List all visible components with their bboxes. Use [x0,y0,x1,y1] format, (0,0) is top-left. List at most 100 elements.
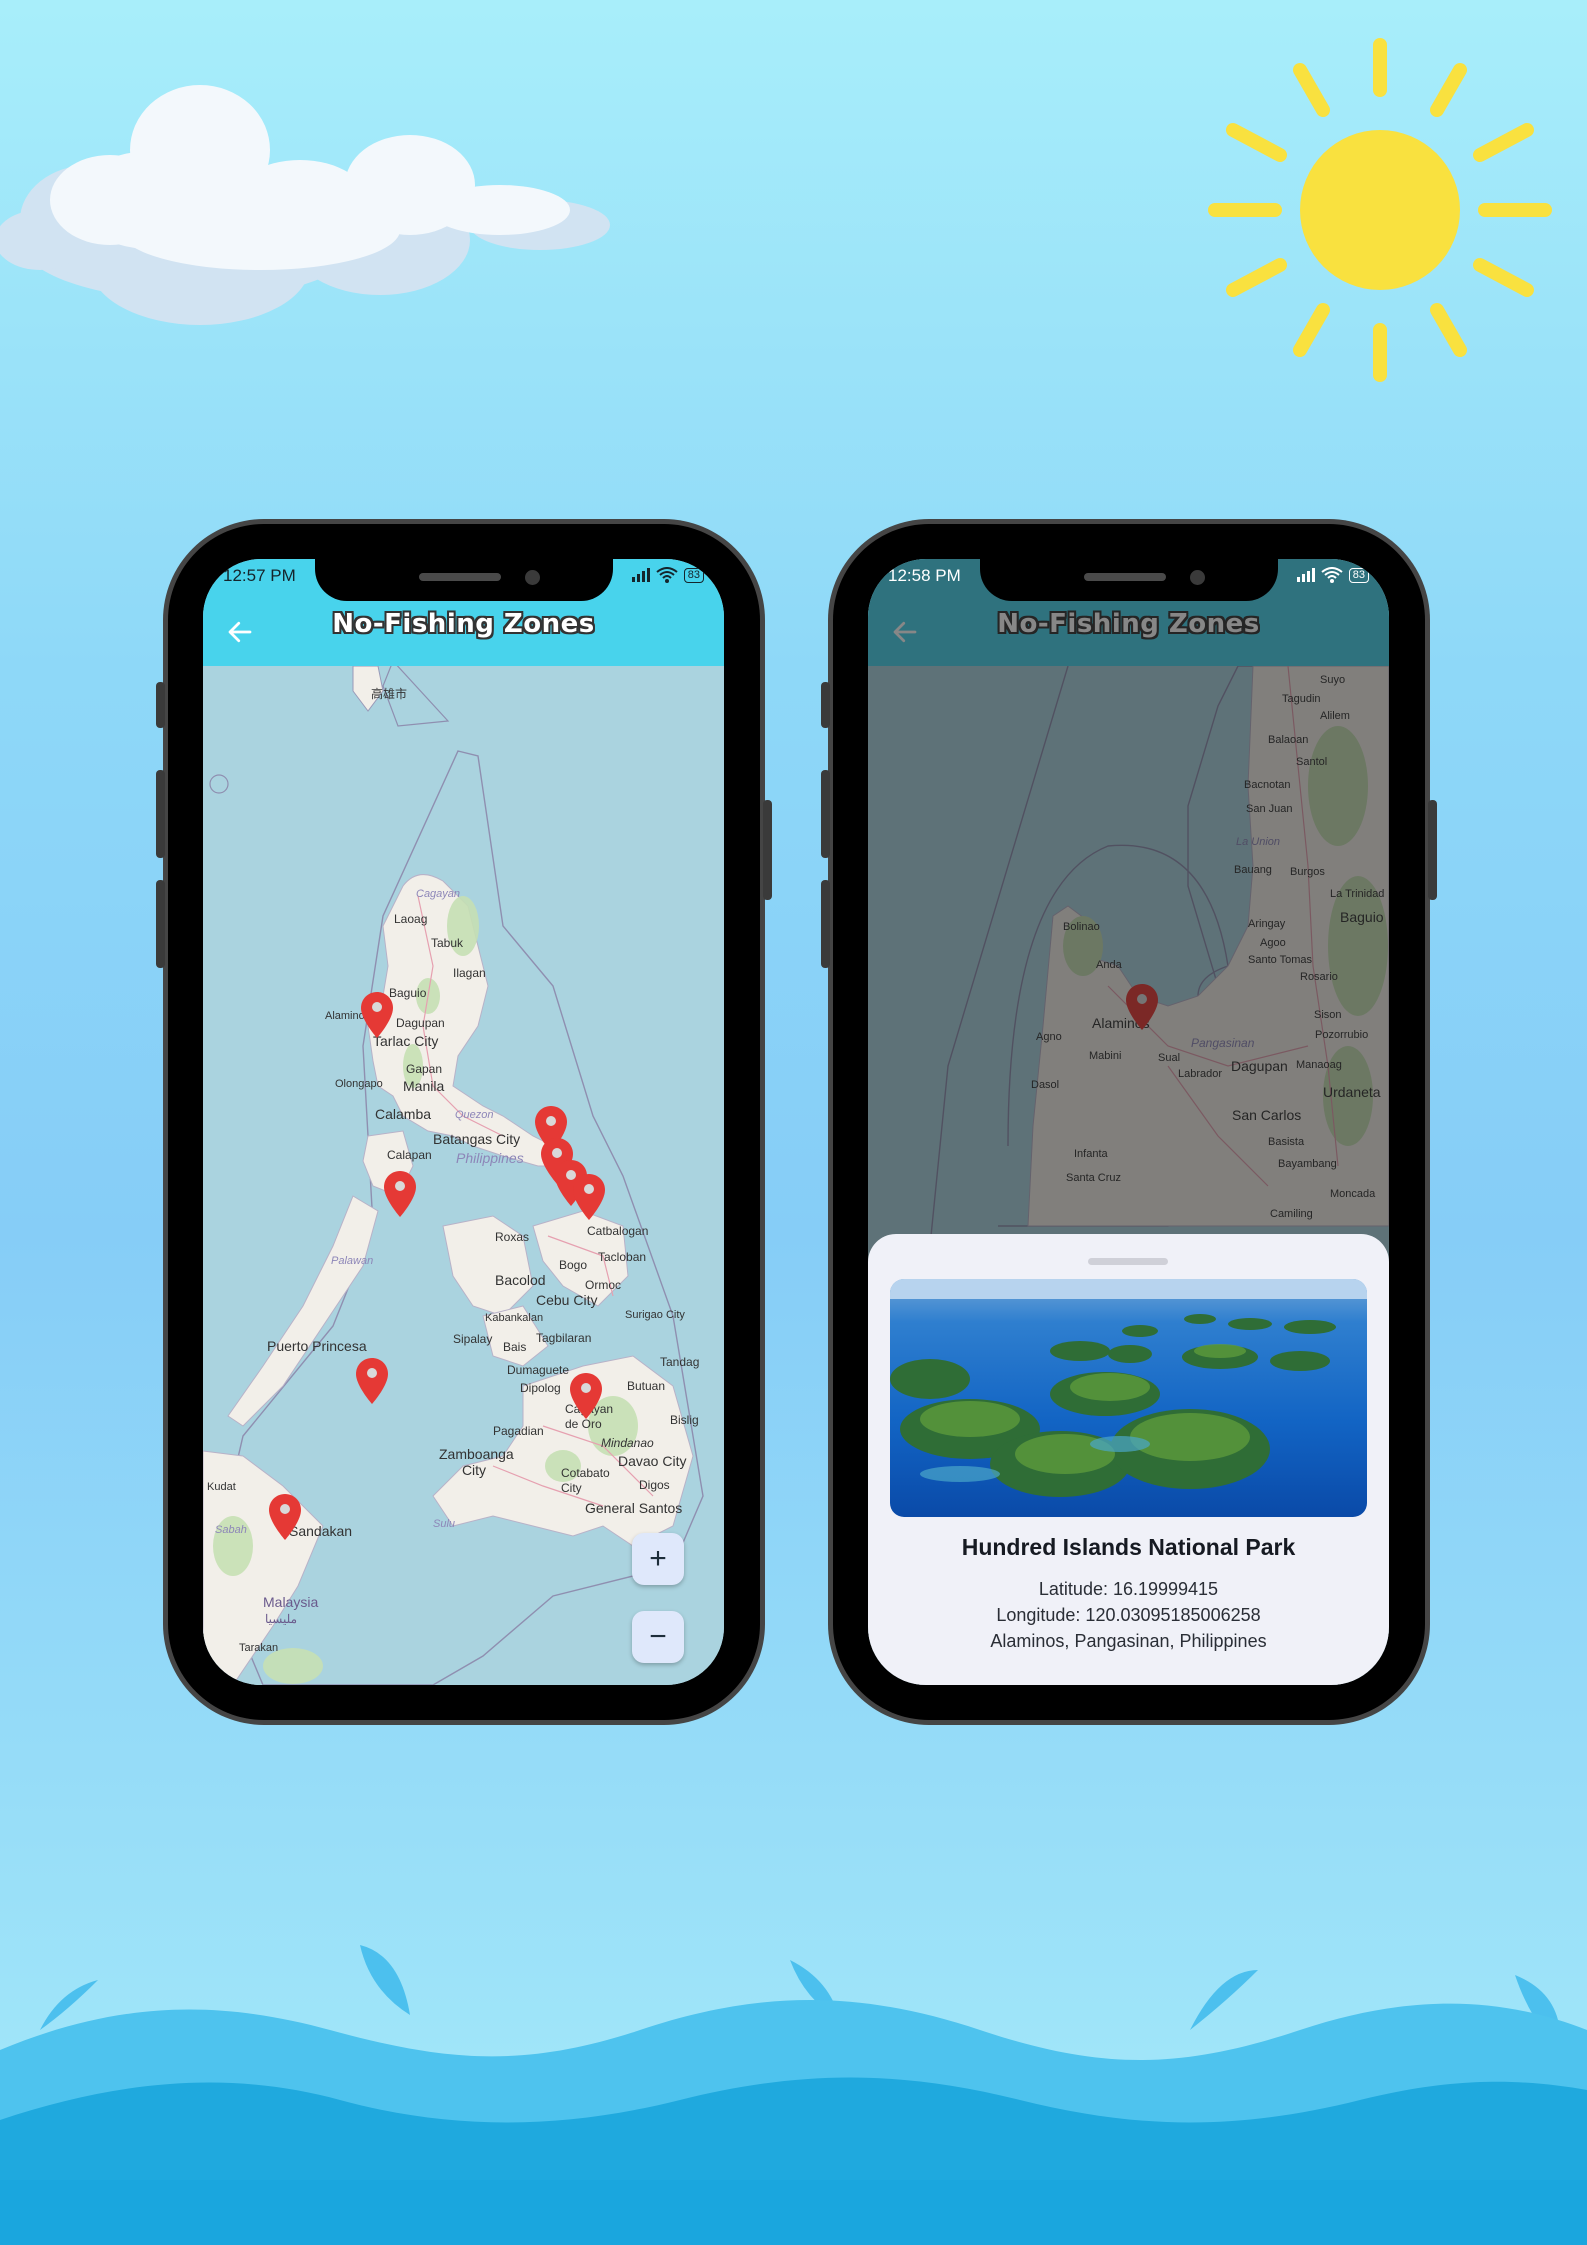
place-name: Hundred Islands National Park [961,1534,1296,1560]
water-waves [0,1945,1587,2245]
map-label: Zamboanga City [439,1446,514,1478]
sun-illustration [1208,38,1552,382]
wifi-icon [656,567,678,583]
map-label: Tacloban [598,1250,647,1264]
map-label: Batangas City [433,1131,521,1147]
latitude-text: Latitude: 16.19999415 [1038,1579,1219,1599]
drag-handle[interactable] [1088,1258,1168,1265]
map-label: Puerto Princesa [267,1338,367,1354]
map-marker-icon[interactable] [361,992,393,1038]
map-label: San Carlos [1232,1107,1302,1123]
signal-icon [1296,568,1315,582]
map-label: Bislig [670,1413,699,1427]
map-label: Tabuk [431,936,464,950]
map-label: Baguio [1340,909,1384,925]
map-label: Calapan [387,1148,432,1162]
map-label: Bogo [559,1258,588,1272]
map-label: Bacolod [495,1272,546,1288]
map-label: Palawan [331,1255,374,1267]
map-label: Baguio [389,986,427,1000]
map-label: Camiling [1270,1208,1313,1220]
map-label: Quezon [455,1109,494,1121]
map-label: Dasol [1031,1079,1060,1091]
map-label: Pozorrubio [1315,1029,1369,1041]
battery-icon: 83 [683,567,704,583]
map-label: La Union [1236,836,1281,848]
camera-notch [980,559,1278,601]
map-label: Surigao City [625,1309,685,1321]
map-label: La Trinidad [1330,888,1385,900]
map-label: Moncada [1330,1188,1376,1200]
map-marker-icon[interactable] [269,1494,301,1540]
map-label: Santa Cruz [1066,1172,1122,1184]
map-label: Ormoc [585,1278,621,1292]
map-label: Dagupan [1231,1058,1288,1074]
map-marker-icon[interactable] [384,1171,416,1217]
map-label: Olongapo [335,1078,383,1090]
map-label: مليسيا [265,1612,298,1626]
map-label: 高雄市 [371,687,408,701]
longitude-text: Longitude: 120.03095185006258 [996,1605,1261,1625]
camera-notch [315,559,613,601]
map-label: Santo Tomas [1248,954,1313,966]
map-label: Dumaguete [507,1363,570,1377]
map-label: Bauang [1234,864,1272,876]
cloud-illustration [0,85,610,325]
map-label: Agno [1036,1031,1062,1043]
map-label: Tagbilaran [536,1331,592,1345]
map-label: Suyo [1320,674,1346,686]
signal-icon [631,568,650,582]
status-time: 12:58 PM [888,566,961,585]
map-label: Butuan [627,1379,666,1393]
place-photo [890,1279,1367,1517]
map-label: Malaysia [263,1594,319,1610]
map-label: Manila [403,1078,445,1094]
map-label: Infanta [1074,1148,1108,1160]
map-label: Sabah [215,1524,247,1536]
map-label: Ilagan [453,966,486,980]
map-label: Dipolog [520,1381,561,1395]
map-label: Bolinao [1063,921,1100,933]
zoom-in-button[interactable]: + [632,1533,684,1585]
status-time: 12:57 PM [223,566,296,585]
map-view[interactable]: 高雄市 Cagayan Laoag Tabuk Ilagan Baguio Al… [203,666,724,1685]
map-label: Aringay [1248,918,1286,930]
address-text: Alaminos, Pangasinan, Philippines [990,1631,1267,1651]
map-label: Tarakan [239,1642,279,1654]
map-label: Rosario [1300,971,1338,983]
map-label: Sipalay [453,1332,493,1346]
map-label: Burgos [1290,866,1325,878]
map-label: Anda [1096,959,1122,971]
map-marker-icon[interactable] [1126,984,1158,1030]
map-marker-icon[interactable] [356,1358,388,1404]
phone-mockup-details: 12:58 PM 83 No-Fishing Zones Suyo Tagudi… [821,524,1437,1720]
bottom-sheet: Hundred Islands National Park Latitude: … [868,1234,1389,1685]
map-label: Bayambang [1278,1158,1337,1170]
map-label: Cotabato City [561,1466,610,1495]
map-label: Kudat [207,1481,236,1493]
map-marker-icon[interactable] [570,1373,602,1419]
map-label: Labrador [1178,1068,1223,1080]
map-label: Mindanao [601,1436,654,1450]
map-label: Sulu [433,1518,456,1530]
battery-icon: 83 [1348,567,1369,583]
app-screen: 12:57 PM 83 No-Fishing Zones 高雄市 Cagayan… [203,559,724,1685]
map-label: Pagadian [493,1424,544,1438]
map-label: Santol [1296,756,1328,768]
map-label: Tagudin [1282,693,1321,705]
map-label: Laoag [394,912,428,926]
map-marker-icon[interactable] [573,1174,605,1220]
map-label: General Santos [585,1500,683,1516]
map-label: Digos [639,1478,670,1492]
zoom-out-button[interactable]: − [632,1611,684,1663]
map-label: Bais [503,1340,527,1354]
phone-mockup-map: 12:57 PM 83 No-Fishing Zones 高雄市 Cagayan… [156,524,772,1720]
app-screen: 12:58 PM 83 No-Fishing Zones Suyo Tagudi… [868,559,1389,1685]
map-label: Gapan [406,1062,443,1076]
map-label: Basista [1268,1136,1305,1148]
map-label: Cagayan [416,888,461,900]
map-label: Alilem [1320,710,1350,722]
map-label: Sison [1314,1009,1342,1021]
map-label: Sual [1158,1052,1181,1064]
page-title: No-Fishing Zones [997,609,1260,639]
